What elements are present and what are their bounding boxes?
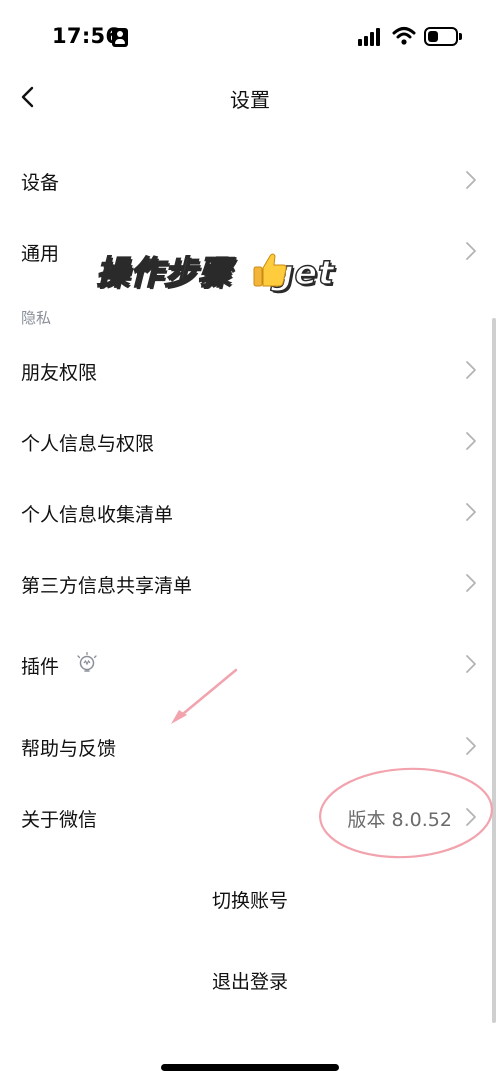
tutorial-sticker: 操作步骤 get — [95, 246, 335, 294]
annotation-arrow — [176, 668, 238, 720]
sticker-text: 操作步骤 — [95, 252, 232, 292]
thumbs-up-icon — [253, 253, 287, 287]
home-indicator — [161, 1064, 339, 1071]
annotation-layer — [171, 668, 494, 859]
annotation-ellipse — [318, 767, 494, 859]
